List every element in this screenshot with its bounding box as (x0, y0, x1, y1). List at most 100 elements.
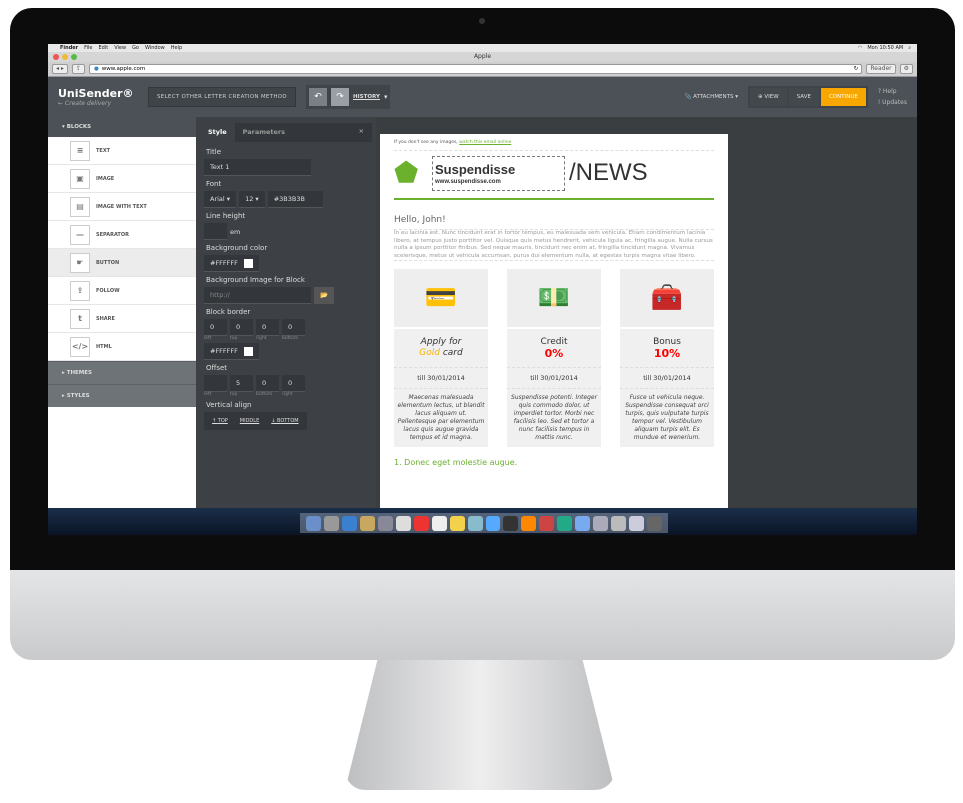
bg-image-input[interactable]: http:// (204, 287, 311, 304)
chevron-down-icon[interactable]: ▾ (384, 93, 388, 101)
dock-app-icon[interactable] (557, 515, 573, 531)
block-separator[interactable]: — SEPARATOR (48, 221, 196, 249)
menu-help[interactable]: Help (171, 45, 182, 51)
dock-app-icon[interactable] (611, 515, 627, 531)
back-forward-buttons[interactable]: ◂ ▸ (52, 64, 68, 74)
continue-button[interactable]: CONTINUE (820, 88, 866, 106)
wifi-icon[interactable]: ◠ (858, 45, 862, 51)
border-left-input[interactable]: 0 (204, 319, 227, 336)
dock-app-icon[interactable] (341, 515, 357, 531)
font-select[interactable]: Arial ▾ (204, 191, 237, 208)
border-color-input[interactable]: #FFFFFF (204, 343, 259, 360)
offer-card[interactable]: 💵 Credit 0% till 30/01/2014 Suspendisse pote… (507, 269, 601, 447)
border-bottom-input[interactable]: 0 (282, 319, 305, 336)
dock-app-icon[interactable] (323, 515, 339, 531)
intro-text[interactable]: In eu lacinia est. Nunc tincidunt erat i… (394, 229, 714, 261)
dock-app-icon[interactable] (431, 515, 447, 531)
create-delivery-link[interactable]: ← Create delivery (58, 100, 138, 107)
dock-app-icon[interactable] (647, 515, 663, 531)
dock-app-icon[interactable] (575, 515, 591, 531)
valign-middle-button[interactable]: MIDDLE (240, 418, 259, 424)
help-link[interactable]: ? Help (878, 86, 907, 97)
menu-edit[interactable]: Edit (99, 45, 109, 51)
block-label: SEPARATOR (96, 231, 129, 238)
font-color-input[interactable]: #3B3B3B (267, 191, 323, 208)
color-swatch[interactable] (243, 258, 253, 268)
offer-card[interactable]: 💳 Apply for Gold card till 30/01/2014 Maecen… (394, 269, 488, 447)
updates-link[interactable]: ! Updates (878, 97, 907, 108)
close-icon[interactable]: × (359, 127, 364, 135)
folder-icon[interactable]: 📂 (314, 287, 335, 304)
menu-window[interactable]: Window (145, 45, 165, 51)
offer-card[interactable]: 🧰 Bonus 10% till 30/01/2014 Fusce ut vehicul… (620, 269, 714, 447)
color-swatch[interactable] (243, 346, 253, 356)
tab-style[interactable]: Style (200, 123, 235, 142)
clock[interactable]: Mon 10:50 AM (867, 45, 903, 51)
themes-section-toggle[interactable]: ▸ THEMES (48, 361, 196, 384)
dock-app-icon[interactable] (539, 515, 555, 531)
updates-label: Updates (882, 99, 907, 106)
size-select[interactable]: 12 ▾ (239, 191, 265, 208)
history-group: ↶ ↷ HISTORY ▾ (305, 85, 391, 109)
menu-file[interactable]: File (84, 45, 92, 51)
valign-bottom-button[interactable]: ↓ BOTTOM (271, 418, 298, 424)
redo-icon[interactable]: ↷ (330, 88, 349, 106)
attachments-button[interactable]: 📎 ATTACHMENTS ▾ (685, 94, 738, 100)
view-button[interactable]: ⊕ VIEW (750, 88, 787, 106)
dock-app-icon[interactable] (485, 515, 501, 531)
reload-icon[interactable]: ↻ (854, 65, 862, 73)
styles-section-toggle[interactable]: ▸ STYLES (48, 384, 196, 407)
dock-app-icon[interactable] (449, 515, 465, 531)
dock-app-icon[interactable] (359, 515, 375, 531)
greeting[interactable]: Hello, John! (394, 215, 714, 225)
block-image-with-text[interactable]: ▤ IMAGE WITH TEXT (48, 193, 196, 221)
offset-left-input[interactable] (204, 375, 227, 392)
offset-right-input[interactable]: 0 (282, 375, 305, 392)
border-top-input[interactable]: 0 (230, 319, 253, 336)
block-follow[interactable]: ⇪ FOLLOW (48, 277, 196, 305)
zoom-window-button[interactable] (71, 54, 77, 60)
browser-titlebar: Apple (48, 52, 917, 62)
blocks-section-toggle[interactable]: ▾ BLOCKS (48, 117, 196, 137)
brand-name: Suspendisse (435, 161, 516, 177)
spotlight-icon[interactable]: ⌕ (908, 45, 911, 51)
block-image[interactable]: ▣ IMAGE (48, 165, 196, 193)
dock-app-icon[interactable] (467, 515, 483, 531)
offset-bottom-input[interactable]: 0 (256, 375, 279, 392)
share-button[interactable]: ⇪ (71, 64, 85, 74)
block-button[interactable]: ☛ BUTTON (48, 249, 196, 277)
title-input[interactable]: Text 1 (204, 159, 311, 176)
undo-icon[interactable]: ↶ (308, 88, 327, 106)
valign-top-button[interactable]: ↑ TOP (212, 418, 228, 424)
border-right-input[interactable]: 0 (256, 319, 279, 336)
list-item[interactable]: 1. Donec eget molestie augue. (394, 458, 714, 467)
settings-icon[interactable]: ⚙ (899, 64, 913, 74)
dock-app-icon[interactable] (413, 515, 429, 531)
block-share[interactable]: t SHARE (48, 305, 196, 333)
line-height-input[interactable] (204, 223, 227, 240)
reader-button[interactable]: Reader (866, 64, 896, 74)
email-header-block[interactable]: ⬟ Suspendisse www.suspendisse.com /NEWS (394, 150, 714, 195)
menu-view[interactable]: View (114, 45, 126, 51)
dock-app-icon[interactable] (306, 515, 321, 531)
close-window-button[interactable] (53, 54, 59, 60)
minimize-window-button[interactable] (62, 54, 68, 60)
url-bar[interactable]: ● www.apple.com ↻ (88, 64, 863, 74)
bg-color-input[interactable]: #FFFFFF (204, 255, 259, 272)
offset-top-input[interactable]: 5 (230, 375, 253, 392)
select-method-button[interactable]: SELECT OTHER LETTER CREATION METHOD (148, 87, 296, 107)
menu-finder[interactable]: Finder (60, 45, 78, 51)
view-online-link[interactable]: watch this email online (459, 140, 511, 145)
dock-app-icon[interactable] (629, 515, 645, 531)
dock-app-icon[interactable] (593, 515, 609, 531)
dock-app-icon[interactable] (503, 515, 519, 531)
dock-app-icon[interactable] (395, 515, 411, 531)
save-button[interactable]: SAVE (788, 88, 819, 106)
block-html[interactable]: </> HTML (48, 333, 196, 361)
menu-go[interactable]: Go (132, 45, 139, 51)
dock-app-icon[interactable] (377, 515, 393, 531)
dock-app-icon[interactable] (521, 515, 537, 531)
history-button[interactable]: HISTORY (353, 94, 380, 100)
tab-parameters[interactable]: Parameters (235, 123, 293, 142)
block-text[interactable]: ≡ TEXT (48, 137, 196, 165)
